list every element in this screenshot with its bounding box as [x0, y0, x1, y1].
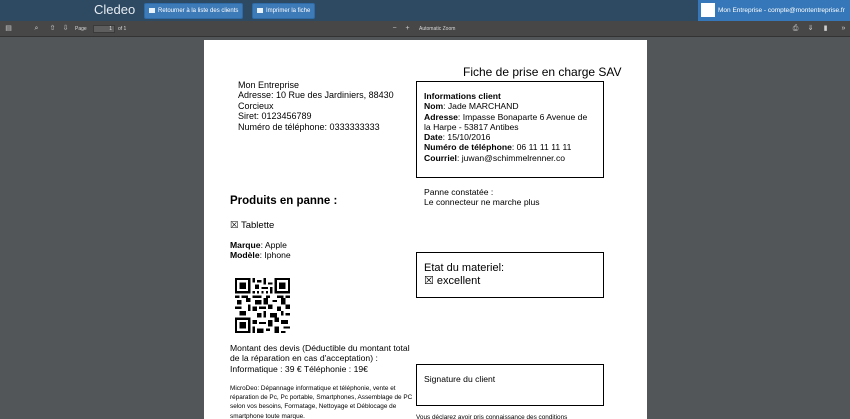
- conditions-text: Vous déclarez avoir pris connaissance de…: [416, 414, 568, 419]
- microdeo-text: MicroDeo: Dépannage informatique et télé…: [230, 385, 413, 419]
- client-phone-label: Numéro de téléphone: [424, 142, 512, 153]
- print-sheet-button[interactable]: Imprimer la fiche: [252, 3, 316, 19]
- search-icon[interactable]: ⌕: [33, 25, 40, 32]
- client-heading: Informations client: [424, 91, 501, 101]
- qr-code: [235, 278, 290, 333]
- print-icon[interactable]: ⎙: [792, 25, 799, 32]
- etat-value: ☒ excellent: [424, 274, 481, 287]
- back-to-clients-button[interactable]: Retourner à la liste des clients: [144, 3, 244, 19]
- company-siret: Siret: 0123456789: [238, 111, 312, 122]
- avatar: [701, 3, 715, 17]
- product-type-checkbox: ☒ Tablette: [230, 220, 275, 231]
- document-title: Fiche de prise en charge SAV: [463, 65, 622, 79]
- tools-menu-icon[interactable]: »: [840, 25, 847, 32]
- bookmark-icon[interactable]: ▮: [822, 25, 829, 32]
- previous-page-icon[interactable]: ⇧: [49, 25, 56, 32]
- client-phone: : 06 11 11 11 11: [511, 142, 572, 153]
- zoom-select[interactable]: Automatic Zoom: [419, 26, 455, 32]
- client-email-label: Courriel: [424, 152, 457, 163]
- signature-box: Signature du client: [416, 364, 604, 406]
- company-city: Corcieux: [238, 100, 274, 111]
- download-icon[interactable]: ⇓: [807, 25, 814, 32]
- company-name: Mon Entreprise: [238, 80, 300, 90]
- client-name-label: Nom: [424, 101, 444, 112]
- company-address: Adresse: 10 Rue des Jardiniers, 88430: [238, 90, 394, 101]
- panne-label: Panne constatée :: [424, 187, 494, 197]
- panne-section: Panne constatée : Le connecteur ne march…: [424, 187, 540, 208]
- client-info-box: Informations client Nom: Jade MARCHAND A…: [416, 81, 604, 178]
- etat-materiel-box: Etat du materiel: ☒ excellent: [416, 252, 604, 298]
- print-sheet-label: Imprimer la fiche: [266, 8, 311, 14]
- devis-section: Montant des devis (Déductible du montant…: [230, 343, 416, 374]
- product-details: Marque: Apple Modèle: Iphone: [230, 240, 291, 261]
- client-date-label: Date: [424, 132, 443, 143]
- signature-label: Signature du client: [424, 374, 496, 384]
- etat-label: Etat du materiel:: [424, 262, 505, 274]
- devis-amounts: Informatique : 39 € Téléphonie : 19€: [230, 363, 368, 374]
- top-navbar: Cledeo Retourner à la liste des clients …: [0, 0, 850, 21]
- app-brand[interactable]: Cledeo: [94, 2, 135, 17]
- devis-text: Montant des devis (Déductible du montant…: [230, 343, 410, 364]
- company-info: Mon Entreprise Adresse: 10 Rue des Jardi…: [238, 80, 394, 132]
- client-email: : juwan@schimmelrenner.co: [456, 152, 566, 163]
- client-name: : Jade MARCHAND: [443, 101, 519, 112]
- sidebar-toggle-icon[interactable]: ▤: [5, 25, 12, 32]
- next-page-icon[interactable]: ⇩: [62, 25, 69, 32]
- client-date: : 15/10/2016: [442, 132, 491, 143]
- pdf-page: Fiche de prise en charge SAV Mon Entrepr…: [204, 40, 647, 419]
- list-icon: [149, 8, 155, 13]
- pdf-toolbar: ▤ ⌕ ⇧ ⇩ Page 1 of 1 − + Automatic Zoom ⎙…: [0, 21, 850, 37]
- zoom-out-icon[interactable]: −: [391, 25, 398, 32]
- marque-label: Marque: [230, 240, 261, 250]
- client-address-label: Adresse: [424, 111, 458, 122]
- panne-value: Le connecteur ne marche plus: [424, 197, 540, 208]
- page-count: of 1: [118, 26, 127, 32]
- marque-value: : Apple: [260, 240, 287, 250]
- print-icon: [257, 8, 263, 13]
- modele-value: : Iphone: [259, 250, 291, 261]
- back-to-clients-label: Retourner à la liste des clients: [158, 8, 239, 14]
- page-number-input[interactable]: 1: [93, 25, 115, 33]
- modele-label: Modèle: [230, 250, 260, 261]
- account-menu[interactable]: Mon Entreprise - compte@montentreprise.f…: [698, 0, 850, 21]
- produits-heading: Produits en panne :: [230, 195, 338, 207]
- company-phone: Numéro de téléphone: 0333333333: [238, 121, 380, 132]
- account-label: Mon Entreprise - compte@montentreprise.f…: [718, 7, 845, 14]
- zoom-in-icon[interactable]: +: [404, 25, 411, 32]
- page-label: Page: [75, 26, 87, 32]
